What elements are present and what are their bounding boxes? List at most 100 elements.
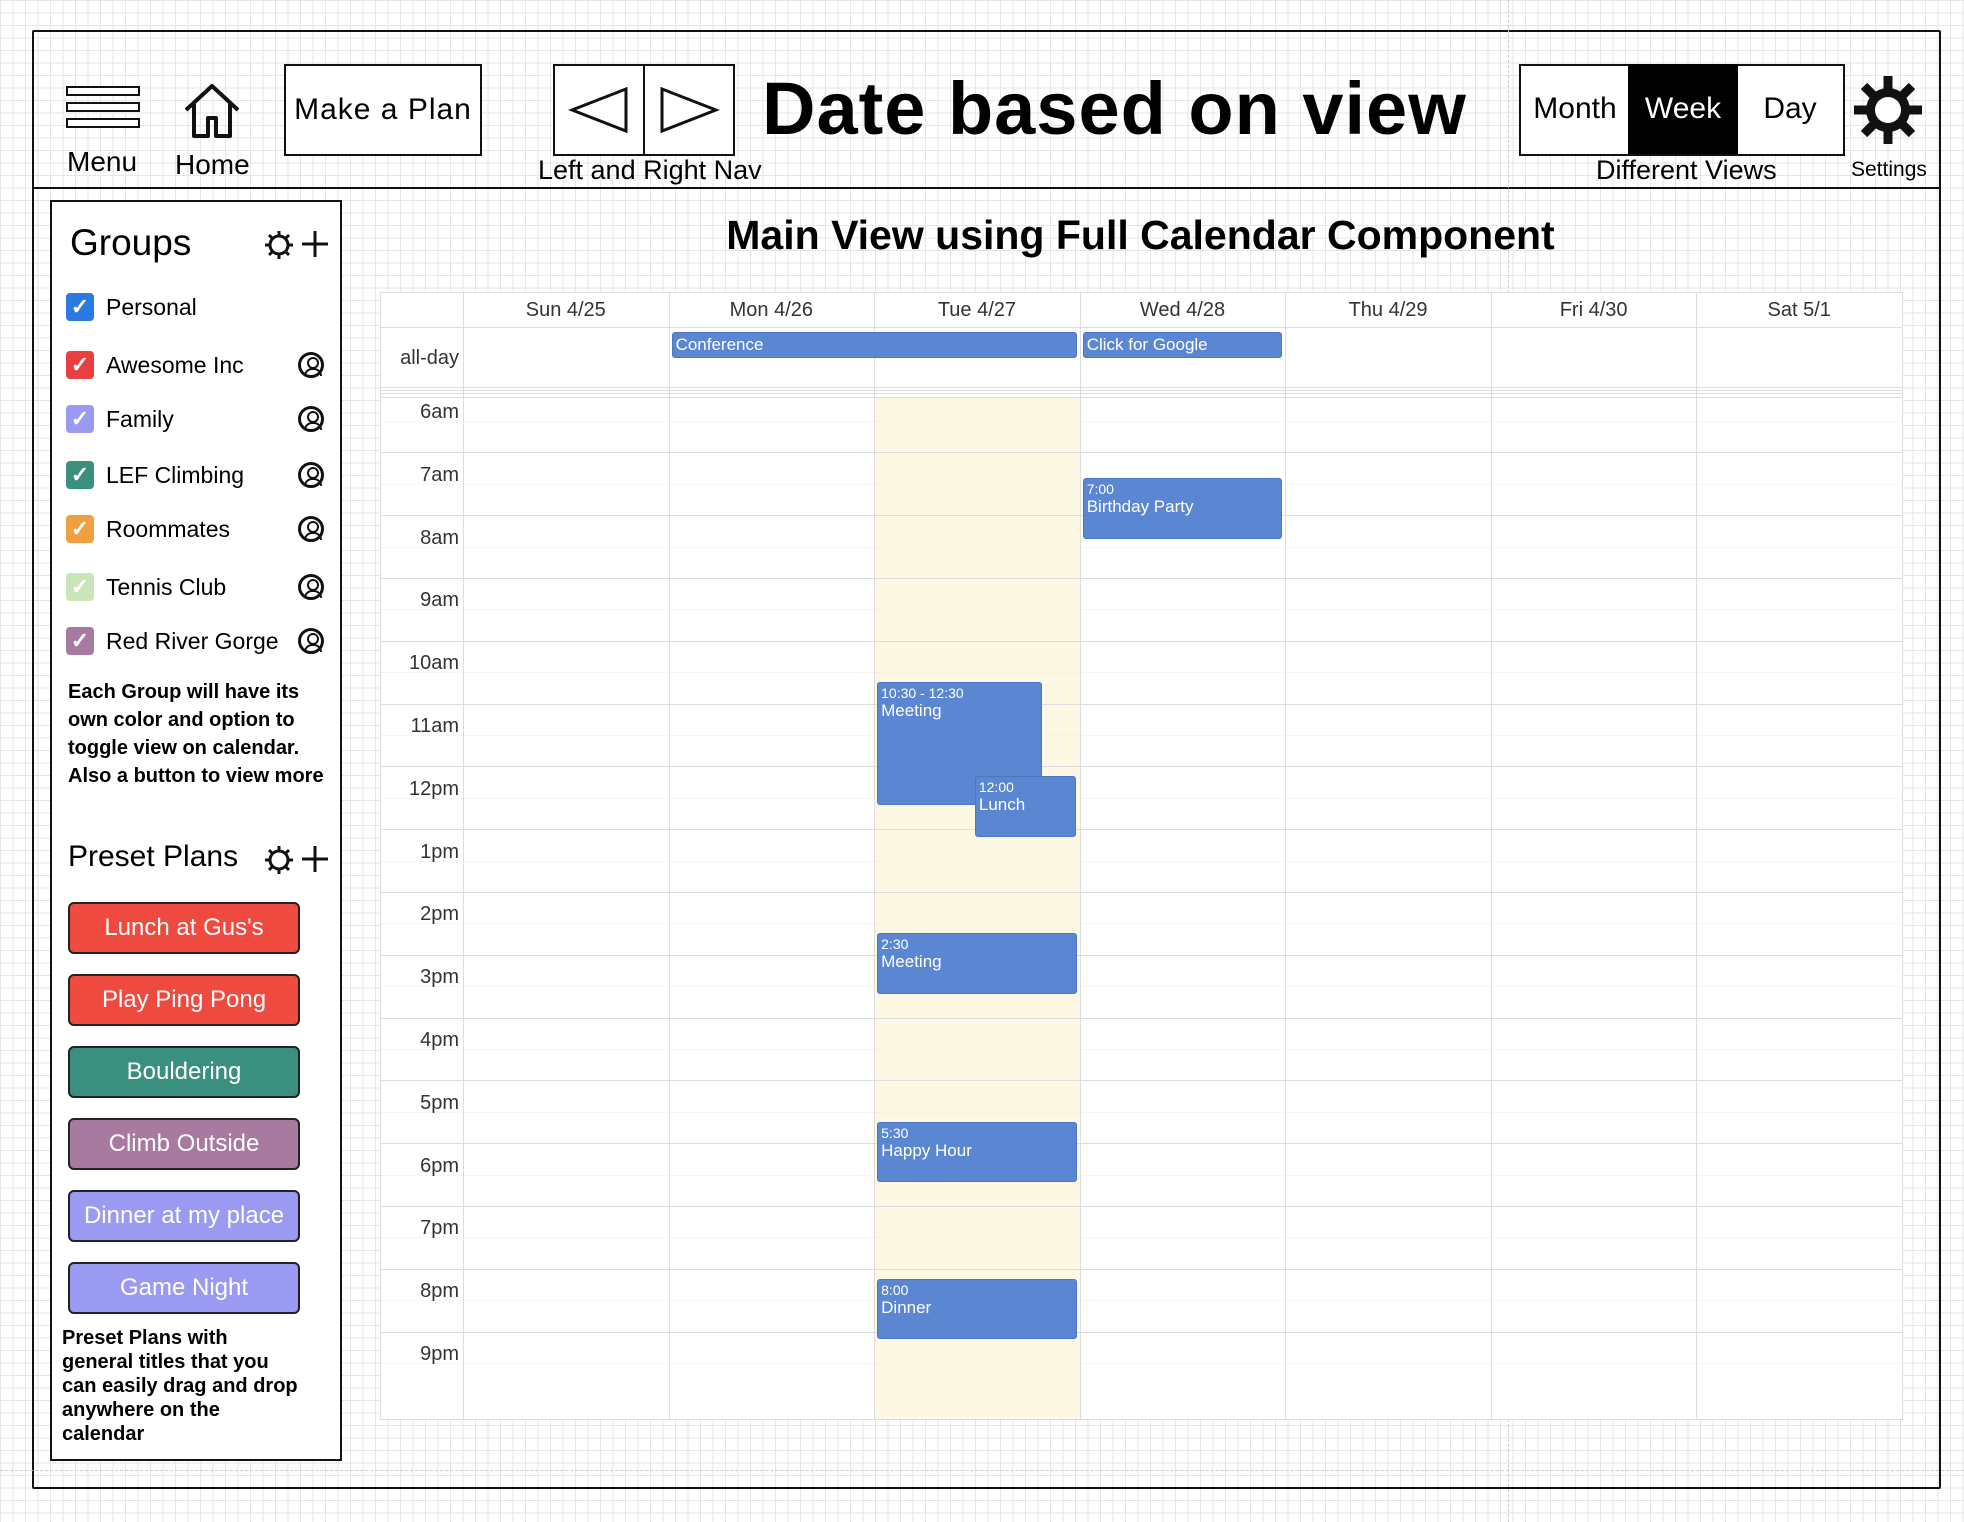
hour-line bbox=[381, 766, 1902, 768]
event-time: 7:00 bbox=[1086, 480, 1114, 497]
column-line bbox=[1490, 293, 1492, 1419]
preset-plan-button[interactable]: Game Night bbox=[68, 1262, 300, 1314]
column-line bbox=[1079, 293, 1081, 1419]
home-label: Home bbox=[175, 149, 250, 180]
make-plan-button[interactable]: Make a Plan bbox=[284, 64, 482, 156]
column-line bbox=[668, 293, 670, 1419]
group-checkbox[interactable]: ✓ bbox=[66, 461, 94, 489]
all-day-event[interactable]: Conference bbox=[671, 332, 1077, 358]
hour-line bbox=[381, 1206, 1902, 1207]
group-item[interactable]: ✓ Personal bbox=[66, 292, 197, 322]
half-hour-line bbox=[381, 986, 1902, 988]
group-members-icon[interactable] bbox=[298, 406, 324, 432]
grid-line bbox=[381, 327, 1902, 328]
group-checkbox[interactable]: ✓ bbox=[66, 293, 94, 321]
column-line bbox=[874, 293, 876, 1419]
preset-plan-button[interactable]: Play Ping Pong bbox=[68, 974, 300, 1026]
group-members-icon[interactable] bbox=[298, 462, 324, 488]
column-line bbox=[463, 293, 464, 1419]
time-label: 12pm bbox=[408, 777, 459, 800]
day-header[interactable]: Thu 4/29 bbox=[1285, 293, 1491, 327]
group-members-icon[interactable] bbox=[298, 628, 324, 654]
group-item[interactable]: ✓ Red River Gorge bbox=[66, 626, 279, 656]
calendar-event[interactable]: 12:00 Lunch bbox=[974, 776, 1076, 837]
all-day-event[interactable]: Click for Google bbox=[1082, 332, 1283, 358]
group-checkbox[interactable]: ✓ bbox=[66, 405, 94, 433]
hour-line bbox=[381, 578, 1902, 579]
event-time: 10:30 - 12:30 bbox=[881, 684, 964, 701]
calendar-event[interactable]: 5:30 Happy Hour bbox=[877, 1121, 1077, 1183]
home-icon[interactable] bbox=[182, 80, 242, 142]
calendar-event[interactable]: 2:30 Meeting bbox=[877, 933, 1077, 994]
settings-label: Settings bbox=[1851, 158, 1927, 181]
preset-plan-button[interactable]: Bouldering bbox=[68, 1046, 300, 1098]
day-header[interactable]: Wed 4/28 bbox=[1080, 293, 1286, 327]
half-hour-line bbox=[381, 735, 1902, 736]
time-label: 6am bbox=[420, 401, 459, 423]
group-item[interactable]: ✓ Family bbox=[66, 404, 174, 434]
today-highlight bbox=[874, 397, 1080, 1419]
view-month-button[interactable]: Month bbox=[1521, 64, 1629, 154]
groups-note: Each Group will have its own color and o… bbox=[68, 681, 324, 787]
view-day-button[interactable]: Day bbox=[1738, 64, 1842, 154]
time-label: 8am bbox=[420, 526, 459, 549]
time-label: 8pm bbox=[420, 1280, 459, 1303]
group-item[interactable]: ✓ LEF Climbing bbox=[66, 460, 244, 490]
group-item[interactable]: ✓ Roommates bbox=[66, 514, 230, 544]
preset-plan-button[interactable]: Dinner at my place bbox=[68, 1190, 300, 1242]
group-members-icon[interactable] bbox=[298, 352, 324, 378]
add-preset-icon[interactable] bbox=[300, 844, 330, 874]
groups-title: Groups bbox=[70, 222, 192, 263]
time-label: 11am bbox=[410, 715, 459, 737]
add-group-icon[interactable] bbox=[300, 229, 330, 259]
all-day-label: all-day bbox=[400, 347, 459, 369]
group-item[interactable]: ✓ Tennis Club bbox=[66, 572, 226, 602]
grid-line bbox=[381, 397, 1902, 398]
hour-line bbox=[381, 452, 1902, 454]
day-header[interactable]: Fri 4/30 bbox=[1491, 293, 1697, 327]
calendar: 6am 7am 8am 9am 10am 11am 12pm 1pm 2pm 3pm 4pm 5pm 6… bbox=[380, 292, 1903, 1420]
page-title: Date based on view bbox=[762, 67, 1467, 150]
group-checkbox[interactable]: ✓ bbox=[66, 515, 94, 543]
group-label: Family bbox=[106, 405, 174, 432]
group-label: LEF Climbing bbox=[106, 461, 245, 488]
menu-icon[interactable] bbox=[66, 86, 140, 134]
group-label: Red River Gorge bbox=[106, 627, 279, 654]
day-header[interactable]: Mon 4/26 bbox=[669, 293, 875, 327]
next-button[interactable] bbox=[643, 64, 735, 156]
group-item[interactable]: ✓ Awesome Inc bbox=[66, 350, 244, 380]
group-checkbox[interactable]: ✓ bbox=[66, 351, 94, 379]
half-hour-line bbox=[381, 1111, 1902, 1113]
day-header[interactable]: Tue 4/27 bbox=[874, 293, 1080, 327]
day-header[interactable]: Sat 5/1 bbox=[1696, 293, 1902, 327]
time-label: 10am bbox=[408, 652, 459, 675]
calendar-event[interactable]: 7:00 Birthday Party bbox=[1082, 477, 1283, 539]
day-header[interactable]: Sun 4/25 bbox=[463, 293, 669, 327]
half-hour-line bbox=[381, 1237, 1902, 1239]
column-line bbox=[1696, 293, 1698, 1419]
groups-settings-icon[interactable] bbox=[264, 230, 294, 260]
time-label: 2pm bbox=[420, 903, 459, 926]
hour-line bbox=[381, 1080, 1902, 1082]
presets-note: Preset Plans with general titles that yo… bbox=[62, 1327, 298, 1445]
group-members-icon[interactable] bbox=[298, 516, 324, 542]
preset-plan-button[interactable]: Lunch at Gus's bbox=[68, 902, 300, 954]
view-week-button[interactable]: Week bbox=[1628, 64, 1738, 154]
calendar-event[interactable]: 8:00 Dinner bbox=[877, 1278, 1077, 1340]
group-checkbox[interactable]: ✓ bbox=[66, 573, 94, 601]
group-checkbox[interactable]: ✓ bbox=[66, 627, 94, 655]
half-hour-line bbox=[381, 421, 1902, 422]
hour-line bbox=[381, 1268, 1902, 1270]
preset-plan-button[interactable]: Climb Outside bbox=[68, 1118, 300, 1170]
time-label: 9am bbox=[420, 589, 459, 612]
prev-button[interactable] bbox=[553, 64, 645, 156]
guide-line bbox=[0, 1470, 1964, 1471]
grid-line bbox=[381, 393, 1902, 394]
settings-gear-icon[interactable] bbox=[1850, 72, 1926, 148]
views-caption: Different Views bbox=[1596, 155, 1777, 185]
group-members-icon[interactable] bbox=[298, 574, 324, 600]
presets-settings-icon[interactable] bbox=[264, 845, 294, 875]
half-hour-line bbox=[381, 1363, 1902, 1364]
time-label: 6pm bbox=[420, 1154, 459, 1177]
event-time: 5:30 bbox=[881, 1124, 909, 1141]
